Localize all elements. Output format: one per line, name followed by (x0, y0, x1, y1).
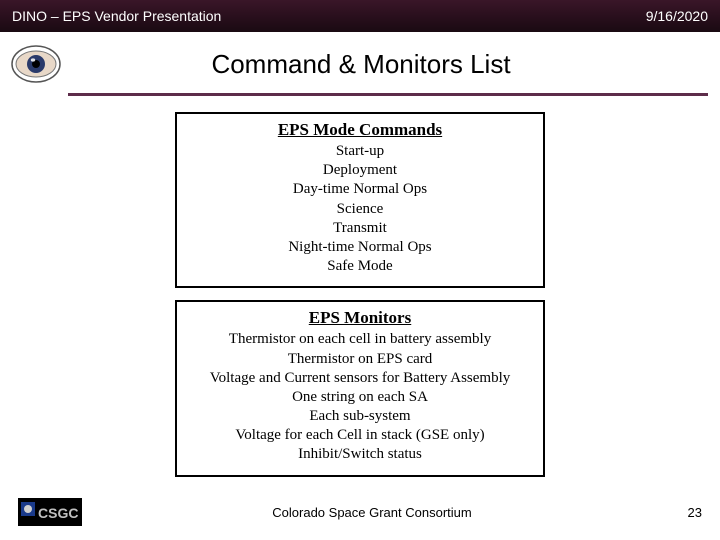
command-item: Science (185, 200, 535, 219)
monitor-item: Each sub-system (185, 407, 535, 426)
monitor-item: Voltage for each Cell in stack (GSE only… (185, 426, 535, 445)
footer: CSGC Colorado Space Grant Consortium 23 (0, 498, 720, 526)
content-area: EPS Mode Commands Start-up Deployment Da… (0, 96, 720, 489)
monitors-box-title: EPS Monitors (185, 308, 535, 328)
monitors-box: EPS Monitors Thermistor on each cell in … (175, 300, 545, 476)
title-underline (68, 93, 708, 96)
monitor-item: Thermistor on EPS card (185, 350, 535, 369)
command-item: Day-time Normal Ops (185, 180, 535, 199)
title-row: Command & Monitors List (0, 32, 720, 96)
command-item: Safe Mode (185, 257, 535, 276)
monitor-item: Thermistor on each cell in battery assem… (185, 330, 535, 349)
commands-box: EPS Mode Commands Start-up Deployment Da… (175, 112, 545, 288)
slide-title: Command & Monitors List (62, 49, 720, 80)
command-item: Night-time Normal Ops (185, 238, 535, 257)
command-item: Transmit (185, 219, 535, 238)
page-number: 23 (662, 505, 702, 520)
header-bar: DINO – EPS Vendor Presentation 9/16/2020 (0, 0, 720, 32)
eye-logo-icon (10, 43, 62, 85)
command-item: Deployment (185, 161, 535, 180)
command-item: Start-up (185, 142, 535, 161)
csgc-logo-icon: CSGC (18, 498, 82, 526)
svg-text:CSGC: CSGC (38, 505, 78, 521)
commands-box-title: EPS Mode Commands (185, 120, 535, 140)
footer-text: Colorado Space Grant Consortium (82, 505, 662, 520)
presentation-date: 9/16/2020 (646, 8, 708, 24)
presentation-title: DINO – EPS Vendor Presentation (12, 8, 221, 24)
monitor-item: Inhibit/Switch status (185, 445, 535, 464)
monitor-item: One string on each SA (185, 388, 535, 407)
monitor-item: Voltage and Current sensors for Battery … (185, 369, 535, 388)
